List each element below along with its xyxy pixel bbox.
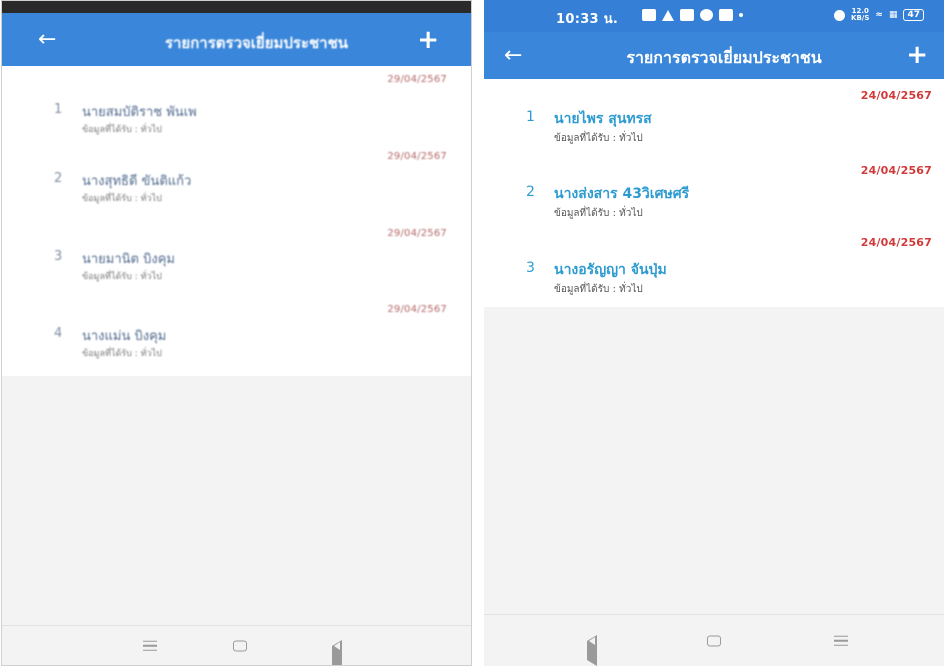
- record-number: 3: [54, 249, 63, 264]
- record-number: 4: [54, 326, 63, 341]
- record-number: 1: [526, 109, 535, 125]
- record-list: 24/04/2567 1 นายไพร สุนทรส ข้อมูลที่ได้ร…: [484, 79, 944, 307]
- record-date: 24/04/2567: [860, 164, 932, 177]
- app-bar: ← รายการตรวจเยี่ยมประชาชน +: [2, 13, 471, 66]
- page-title: รายการตรวจเยี่ยมประชาชน: [164, 34, 349, 52]
- system-status-icons: 12.0 KB/S ≈ ▦ 47: [834, 8, 924, 22]
- record-number: 2: [526, 184, 535, 200]
- record-date: 29/04/2567: [387, 151, 447, 162]
- network-speed-unit: KB/S: [851, 14, 870, 22]
- back-triangle-icon[interactable]: [332, 639, 342, 665]
- right-phone-screen: 10:33 น. 12.0 KB/S ≈ ▦ 47 ← รายการตรวจเย…: [484, 0, 944, 666]
- record-name: นางอรัญญา จันปุ่ม: [554, 262, 667, 278]
- app-notification-icon: [642, 9, 656, 21]
- record-name: นายมานิต บิงคุม: [82, 252, 175, 267]
- status-bar: 10:33 น. 12.0 KB/S ≈ ▦ 47: [484, 0, 944, 32]
- record-info: ข้อมูลที่ได้รับ : ทั่วไป: [554, 133, 643, 144]
- record-info: ข้อมูลที่ได้รับ : ทั่วไป: [554, 208, 643, 219]
- line-app-icon: [719, 9, 733, 21]
- record-date: 24/04/2567: [860, 89, 932, 102]
- back-triangle-icon[interactable]: [587, 634, 597, 666]
- app-bar: ← รายการตรวจเยี่ยมประชาชน +: [484, 32, 944, 79]
- message-icon: [680, 9, 694, 21]
- chat-icon: [700, 9, 713, 21]
- record-name: นายไพร สุนทรส: [554, 111, 652, 127]
- record-date: 29/04/2567: [387, 304, 447, 315]
- home-icon[interactable]: [233, 640, 247, 651]
- battery-icon: 47: [903, 9, 924, 21]
- wifi-icon: ≈: [875, 10, 883, 20]
- page-title: รายการตรวจเยี่ยมประชาชน: [626, 48, 822, 67]
- record-name: นางส่งสาร 43วิเศษศรี: [554, 186, 690, 202]
- add-plus-icon[interactable]: +: [417, 27, 439, 53]
- recent-apps-icon[interactable]: [143, 640, 157, 651]
- more-notifications-dot-icon: [739, 13, 743, 17]
- record-info: ข้อมูลที่ได้รับ : ทั่วไป: [554, 284, 643, 295]
- record-date: 29/04/2567: [387, 74, 447, 85]
- record-list: 29/04/2567 1 นายสมบัติราช พันเพ ข้อมูลที…: [2, 66, 471, 376]
- network-speed: 12.0 KB/S: [851, 8, 869, 22]
- signal-icon: ▦: [888, 10, 898, 20]
- warning-icon: [662, 9, 674, 21]
- status-bar: [2, 1, 471, 13]
- add-plus-icon[interactable]: +: [906, 42, 928, 68]
- record-info: ข้อมูลที่ได้รับ : ทั่วไป: [82, 349, 162, 359]
- record-number: 2: [54, 171, 63, 186]
- record-name: นางแม่น บิงคุม: [82, 329, 167, 344]
- record-info: ข้อมูลที่ได้รับ : ทั่วไป: [82, 125, 162, 135]
- record-info: ข้อมูลที่ได้รับ : ทั่วไป: [82, 272, 162, 282]
- system-nav-bar: [484, 614, 944, 666]
- system-nav-bar: [2, 625, 471, 665]
- left-phone-screen: ← รายการตรวจเยี่ยมประชาชน + 29/04/2567 1…: [1, 0, 472, 666]
- home-icon[interactable]: [707, 635, 721, 646]
- notification-icons: [642, 9, 743, 21]
- alarm-icon: [834, 9, 846, 21]
- status-time: 10:33 น.: [556, 12, 619, 27]
- record-date: 24/04/2567: [860, 236, 932, 249]
- recent-apps-icon[interactable]: [834, 635, 848, 646]
- record-number: 3: [526, 260, 535, 276]
- record-info: ข้อมูลที่ได้รับ : ทั่วไป: [82, 194, 162, 204]
- record-name: นางสุทธิดี ขันติแก้ว: [82, 174, 192, 189]
- record-number: 1: [54, 102, 63, 117]
- record-name: นายสมบัติราช พันเพ: [82, 105, 197, 120]
- record-date: 29/04/2567: [387, 228, 447, 239]
